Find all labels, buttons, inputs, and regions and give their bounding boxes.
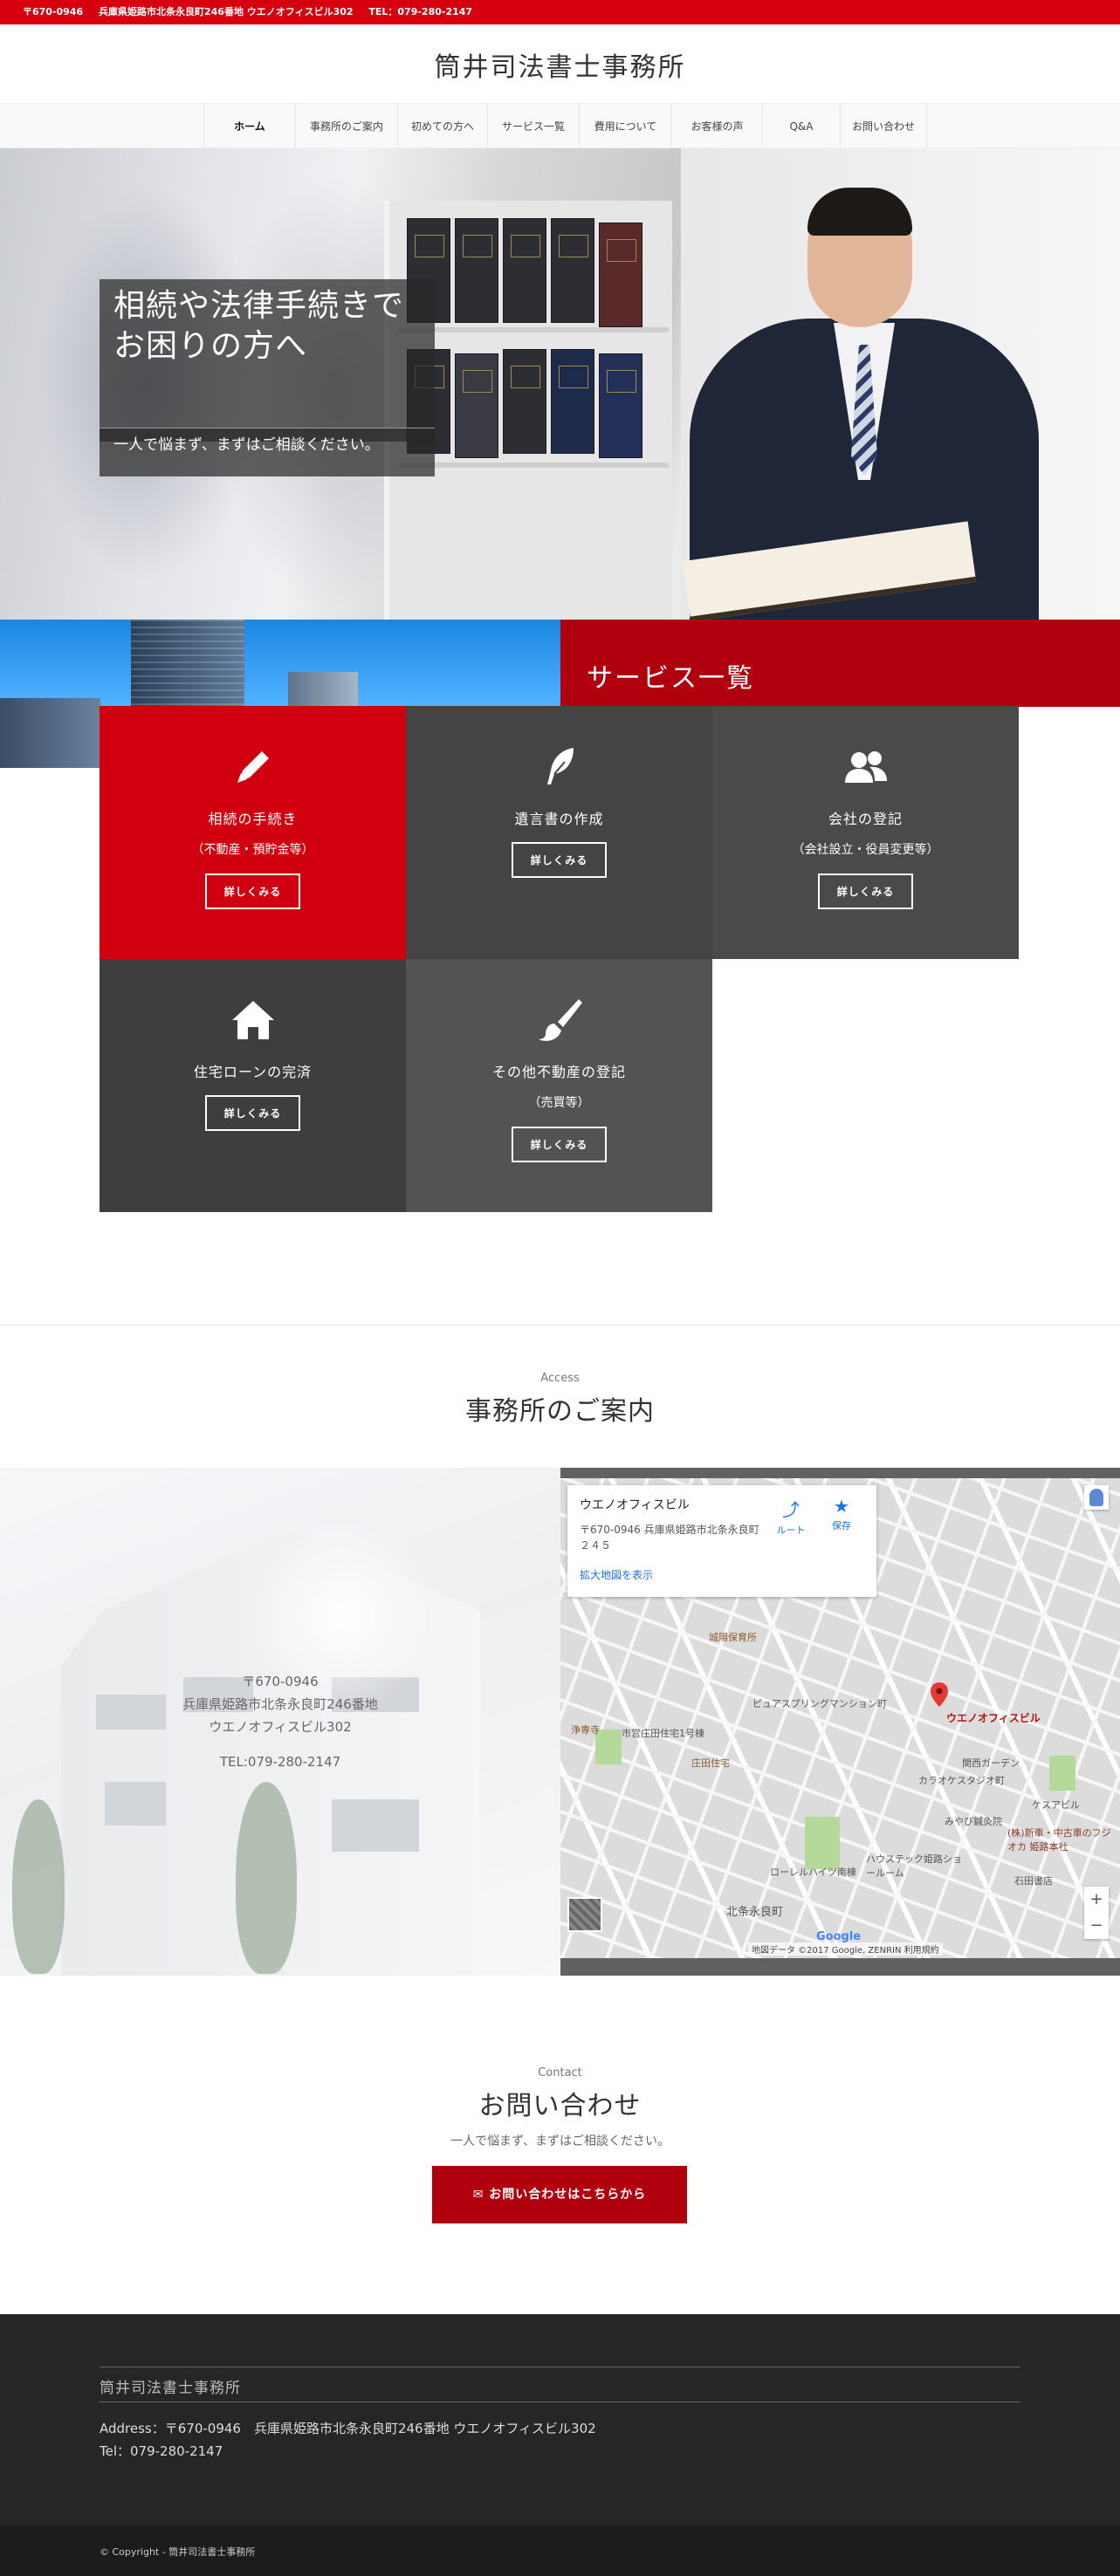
office-address-block: 〒670-0946 兵庫県姫路市北条永良町246番地 ウエノオフィスビル302 … [0,1670,560,1773]
map-info-card: ウエノオフィスビル 〒670-0946 兵庫県姫路市北条永良町２４５ 拡大地図を… [567,1485,876,1597]
map-label-temple: 浄専寺 [571,1724,600,1736]
service-title: 遺言書の作成 [514,811,604,827]
map-pin-icon[interactable] [931,1682,948,1707]
service-title: 会社の登記 [828,811,903,827]
nav-item-voices[interactable]: お客様の声 [672,104,763,149]
topbar-address: 兵庫県姫路市北条永良町246番地 ウエノオフィスビル302 [99,6,354,17]
topbar-zip: 〒670-0946 [23,6,84,17]
site-logo[interactable]: 筒井司法書士事務所 [0,45,1120,84]
map-enlarge-link[interactable]: 拡大地図を表示 [580,1567,864,1582]
footer-office-name: 筒井司法書士事務所 [100,2380,241,2397]
hero-subtitle: 一人で悩まず、まずはご相談ください。 [113,436,380,454]
service-tile-company[interactable]: 会社の登記 （会社設立・役員変更等） 詳しくみる [712,706,1019,959]
service-title: 相続の手続き [208,811,298,827]
paintbrush-icon [538,999,582,1041]
route-icon: ⤴ [782,1499,800,1520]
hero-banner: 相続や法律手続きでお困りの方へ 一人で悩まず、まずはご相談ください。 [0,148,1120,620]
map-label-fujioka: (株)新車・中古車のフジオカ 姫路本社 [1007,1827,1111,1853]
office-zip: 〒670-0946 [242,1674,319,1689]
nav-item-office[interactable]: 事務所のご案内 [296,104,398,149]
contact-small-label: Contact [538,2066,582,2079]
footer: 筒井司法書士事務所 Address：〒670-0946 兵庫県姫路市北条永良町2… [0,2314,1120,2525]
service-detail-button[interactable]: 詳しくみる [204,1095,301,1131]
map-label-grid-road: 市営庄田住宅1号棟 [622,1728,704,1739]
zoom-in-button[interactable]: + [1084,1887,1109,1913]
nav-item-contact[interactable]: お問い合わせ [841,104,927,149]
map-label-nursery: 城陽保育所 [709,1632,757,1643]
service-tile-realestate[interactable]: その他不動産の登記 （売買等） 詳しくみる [406,959,712,1212]
map-label-miyabi: みやび鍼灸院 [945,1816,1002,1827]
contact-subtitle: 一人で悩まず、まずはご相談ください。 [450,2134,670,2148]
map-label-karaoke: カラオケスタジオ町 [918,1775,1005,1786]
map-label-loreal: ローレルハイツ南棟 [770,1867,856,1878]
hero-title-box: 相続や法律手続きでお困りの方へ [100,279,435,442]
map-save-button[interactable]: ★ 保存 [815,1496,868,1532]
mail-icon: ✉ [472,2188,484,2202]
map-zoom-controls: + − [1084,1887,1109,1939]
service-detail-button[interactable]: 詳しくみる [204,874,301,909]
office-address: 兵庫県姫路市北条永良町246番地 [182,1696,378,1712]
contact-title: お問い合わせ [478,2091,642,2121]
quill-icon [546,748,574,784]
users-icon [844,751,887,783]
star-icon: ★ [834,1496,849,1517]
service-detail-button[interactable]: 詳しくみる [511,1127,608,1162]
zoom-out-button[interactable]: − [1084,1913,1109,1939]
service-tile-inheritance[interactable]: 相続の手続き （不動産・預貯金等） 詳しくみる [100,706,406,959]
map-label-haustec: ハウステック姫路ショールーム [866,1853,962,1879]
main-nav: ホーム 事務所のご案内 初めての方へ サービス一覧 費用について お客様の声 Q… [0,103,1120,149]
google-map[interactable]: 城陽保育所 浄専寺 庄田住宅 市営庄田住宅1号棟 ピュアスプリングマンション町 … [560,1468,1120,1976]
copyright-text: © Copyright - 筒井司法書士事務所 [100,2546,256,2558]
map-copyright: 地図データ ©2017 Google, ZENRIN 利用規約 [748,1942,943,1956]
office-tel: TEL:079-280-2147 [219,1754,341,1770]
hero-title: 相続や法律手続きでお困りの方へ [113,288,405,364]
service-title: その他不動産の登記 [491,1064,626,1080]
footer-tel: Tel：079-280-2147 [100,2443,223,2459]
nav-item-services[interactable]: サービス一覧 [488,104,580,149]
nav-item-qa[interactable]: Q&A [763,104,841,149]
map-label-kansai: 関西ガーデン [962,1757,1020,1769]
google-logo: Google [816,1930,862,1943]
street-view-icon[interactable] [1084,1485,1109,1510]
topbar-tel[interactable]: TEL：079-280-2147 [368,6,472,17]
contact-button[interactable]: ✉ お問い合わせはこちらから [432,2166,687,2223]
map-label-kyasupel: ケスアビル [1032,1799,1080,1811]
map-route-button[interactable]: ⤴ ルート [765,1496,817,1537]
service-title: 住宅ローンの完済 [193,1064,313,1080]
map-pin-label: ウエノオフィスビル [946,1712,1041,1724]
service-tile-mortgage[interactable]: 住宅ローンの完済 詳しくみる [100,959,406,1212]
map-label-hojo: 北条永良町 [726,1906,784,1919]
office-building-photo: 〒670-0946 兵庫県姫路市北条永良町246番地 ウエノオフィスビル302 … [0,1468,560,1976]
map-label-ishida: 石田書店 [1014,1875,1053,1887]
footer-address-block: Address：〒670-0946 兵庫県姫路市北条永良町246番地 ウエノオフ… [100,2417,596,2463]
access-small-label: Access [540,1372,580,1385]
map-card-address: 〒670-0946 兵庫県姫路市北条永良町２４５ [580,1524,759,1552]
nav-item-home[interactable]: ホーム [204,104,296,149]
hero-subtitle-box: 一人で悩まず、まずはご相談ください。 [100,428,435,476]
service-detail-button[interactable]: 詳しくみる [511,842,608,878]
map-label-pure: ピュアスプリングマンション町 [752,1698,887,1709]
service-tile-will[interactable]: 遺言書の作成 詳しくみる [406,706,712,959]
nav-item-first-time[interactable]: 初めての方へ [398,104,488,149]
section-divider [0,1325,1120,1326]
map-label-shoda: 庄田住宅 [691,1757,730,1769]
service-sub: （会社設立・役員変更等） [792,843,939,857]
office-building: ウエノオフィスビル302 [209,1719,352,1735]
access-title: 事務所のご案内 [465,1396,655,1427]
services-heading: サービス一覧 [587,663,754,694]
satellite-toggle[interactable] [567,1897,602,1932]
footer-address: Address：〒670-0946 兵庫県姫路市北条永良町246番地 ウエノオフ… [100,2421,596,2436]
top-info-bar: 〒670-0946 兵庫県姫路市北条永良町246番地 ウエノオフィスビル302 … [0,0,1120,24]
nav-item-fees[interactable]: 費用について [580,104,672,149]
pencil-icon [237,751,269,783]
service-sub: （売買等） [528,1096,590,1110]
service-detail-button[interactable]: 詳しくみる [817,874,914,909]
copyright-bar: © Copyright - 筒井司法書士事務所 [0,2525,1120,2576]
house-icon [231,1001,274,1039]
contact-button-label: お問い合わせはこちらから [489,2188,647,2202]
service-sub: （不動産・預貯金等） [191,843,314,857]
